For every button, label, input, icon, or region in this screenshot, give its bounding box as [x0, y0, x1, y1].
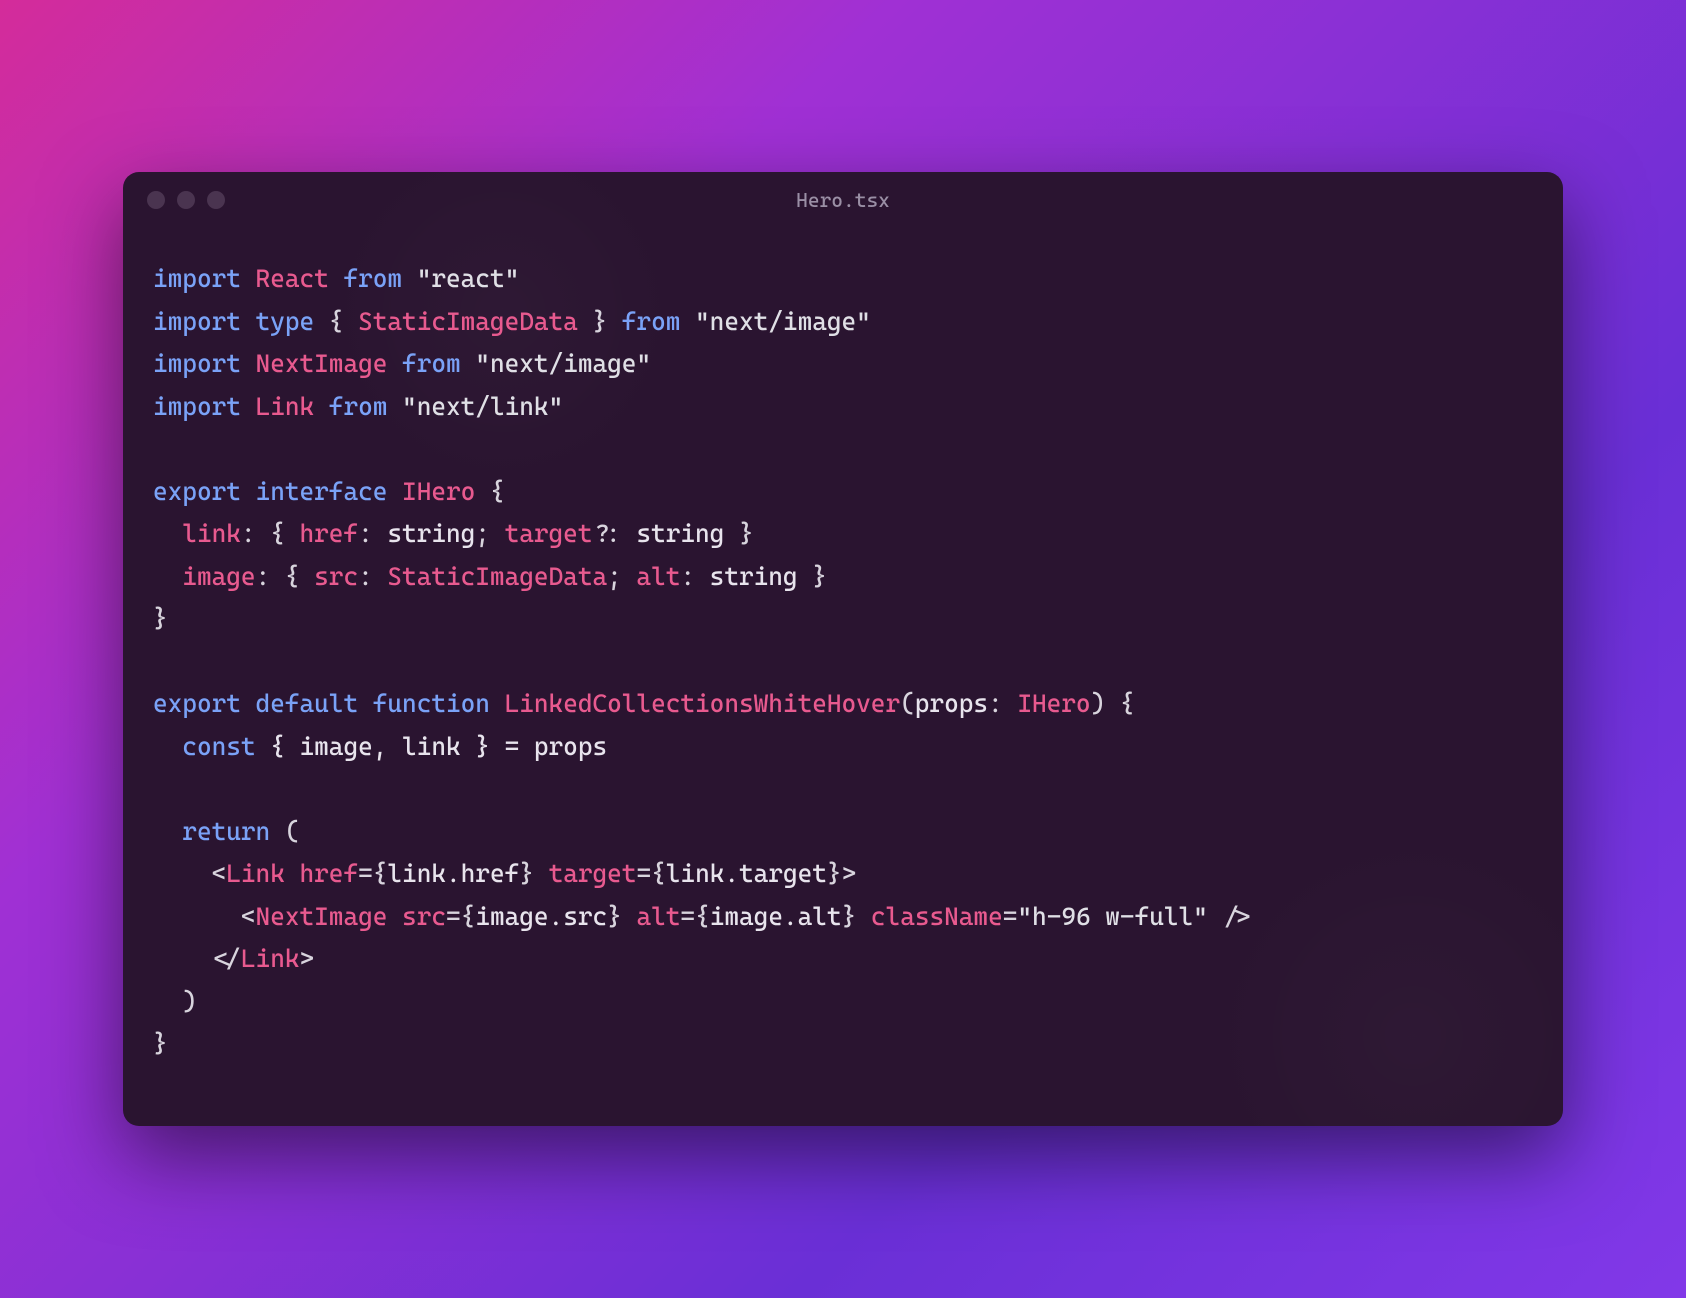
code-line: import React from "react"	[153, 264, 519, 293]
code-line: return (	[153, 817, 299, 846]
code-line: )	[153, 987, 197, 1016]
editor-window: Hero.tsx import React from "react" impor…	[123, 172, 1563, 1126]
code-line: }	[153, 1029, 168, 1058]
code-line: }	[153, 604, 168, 633]
window-title: Hero.tsx	[147, 188, 1539, 212]
code-editor[interactable]: import React from "react" import type { …	[123, 228, 1563, 1126]
code-line: import type { StaticImageData } from "ne…	[153, 307, 871, 336]
code-line: image: { src: StaticImageData; alt: stri…	[153, 562, 827, 591]
code-line: <Link href={link.href} target={link.targ…	[153, 859, 856, 888]
code-line: export default function LinkedCollection…	[153, 689, 1135, 718]
code-line: link: { href: string; target?: string }	[153, 519, 754, 548]
minimize-icon[interactable]	[177, 191, 195, 209]
code-line: </Link>	[153, 944, 314, 973]
traffic-lights	[147, 191, 225, 209]
code-line: import Link from "next/link"	[153, 392, 563, 421]
code-line: const { image, link } = props	[153, 732, 607, 761]
maximize-icon[interactable]	[207, 191, 225, 209]
code-line: export interface IHero {	[153, 477, 505, 506]
window-titlebar: Hero.tsx	[123, 172, 1563, 228]
close-icon[interactable]	[147, 191, 165, 209]
code-line: <NextImage src={image.src} alt={image.al…	[153, 902, 1252, 931]
code-line: import NextImage from "next/image"	[153, 349, 651, 378]
